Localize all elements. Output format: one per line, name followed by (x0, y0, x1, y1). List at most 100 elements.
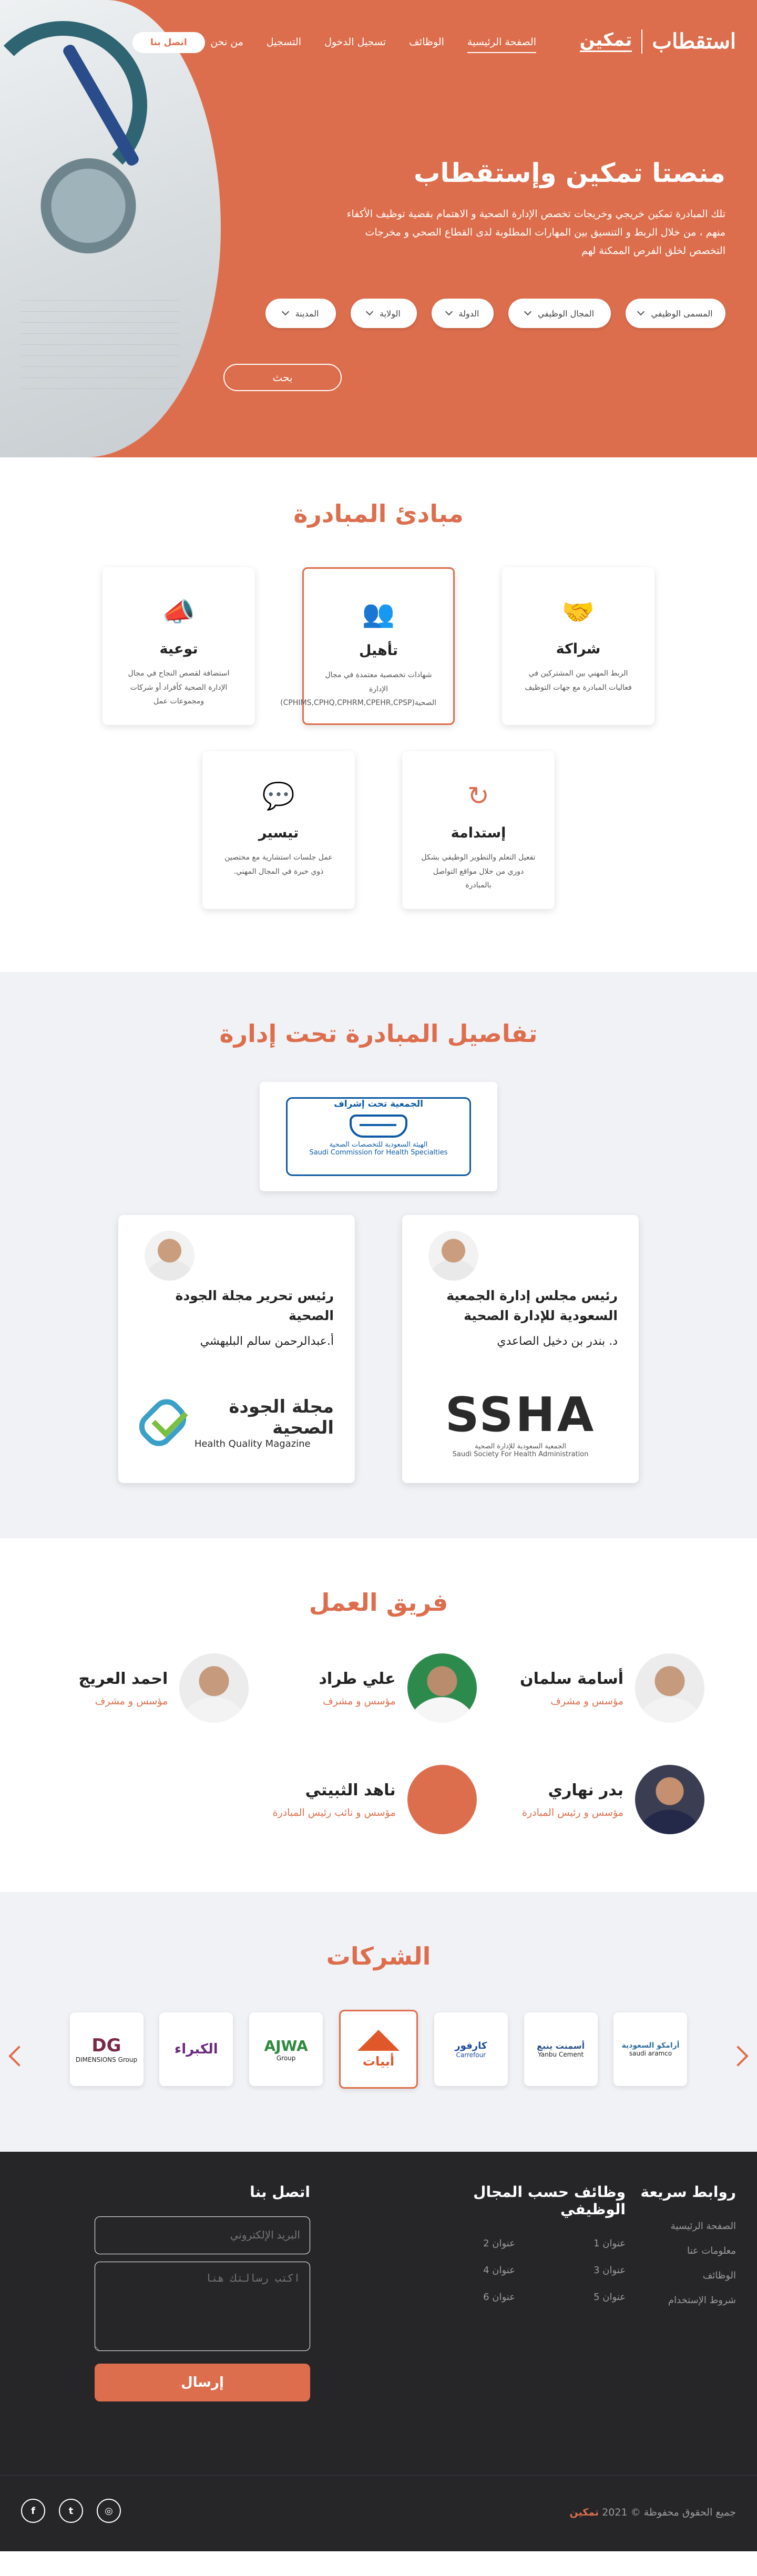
member-name: علي طراد (319, 1669, 396, 1688)
job-title-select[interactable]: المسمى الوظيفي (626, 299, 725, 328)
hqm-logo-en: Health Quality Magazine (194, 1438, 311, 1449)
team-section: فريق العمل أسامة سلمان مؤسس و مشرف علي ط… (0, 1538, 757, 1892)
job-title-select-label: المسمى الوظيفي (651, 308, 713, 319)
top-navbar: استقطاب تمكين الصفحة الرئيسية الوظائف تس… (0, 29, 757, 60)
principle-card-facilitation: 💬 تيسير عمل جلسات استشارية مع مختصين ذوي… (202, 751, 355, 909)
chat-icon: 💬 (262, 781, 295, 811)
carousel-prev-arrow-icon[interactable] (8, 2046, 29, 2067)
job-field-link[interactable]: عنوان 3 (515, 2265, 626, 2276)
carousel-next-arrow-icon[interactable] (728, 2046, 749, 2067)
member-name: أسامة سلمان (520, 1669, 623, 1688)
leader-role: رئيس تحرير مجلة الجودة الصحية (175, 1288, 334, 1323)
megaphone-icon: 📣 (162, 597, 196, 627)
company-logo-mark: AJWA (264, 2037, 308, 2054)
avatar (428, 1231, 478, 1281)
heart-check-icon (139, 1394, 186, 1451)
member-name: ناهد الثبيتي (305, 1781, 396, 1800)
company-logo-dimensions[interactable]: DG DIMENSIONS Group (69, 2012, 144, 2086)
state-select[interactable]: الولاية (351, 299, 417, 328)
company-logo-text: DIMENSIONS Group (75, 2056, 138, 2063)
brand-logos[interactable]: استقطاب تمكين (579, 29, 736, 54)
twitter-icon[interactable]: t (59, 2499, 83, 2523)
nav-about[interactable]: من نحن (210, 36, 243, 53)
chevron-down-icon (445, 308, 453, 316)
company-logo-text: saudi aramco (629, 2050, 672, 2057)
principles-section: مبادئ المبادرة 🤝 شراكة الربط المهني بين … (0, 457, 757, 972)
search-button[interactable]: بحث (223, 364, 342, 391)
company-logo-carrefour[interactable]: كارفور Carrefour (434, 2012, 508, 2086)
copyright: جميع الحقوق محفوظة © 2021 تمكين (563, 2507, 736, 2518)
team-grid: أسامة سلمان مؤسس و مشرف علي طراد مؤسس و … (37, 1653, 720, 1834)
chevron-down-icon (366, 308, 374, 316)
principle-card-partnership: 🤝 شراكة الربط المهني بين المشتركين في فع… (502, 567, 654, 725)
send-button[interactable]: إرسال (95, 2364, 310, 2401)
jobs-by-field: وظائف حسب المجال الوظيفي عنوان 1 عنوان 2… (405, 2183, 626, 2303)
hero-section: استقطاب تمكين الصفحة الرئيسية الوظائف تس… (0, 0, 757, 457)
footer-link-terms[interactable]: شروط الإستخدام (640, 2295, 736, 2306)
job-field-link[interactable]: عنوان 1 (515, 2238, 626, 2249)
chevron-down-icon (524, 308, 532, 316)
quick-links-title: روابط سريعة (640, 2183, 736, 2201)
principle-title: شراكة (556, 641, 601, 657)
footer-link-home[interactable]: الصفحة الرئيسية (640, 2221, 736, 2232)
city-select[interactable]: المدينة (265, 299, 336, 328)
facebook-icon[interactable]: f (21, 2499, 45, 2523)
nav-home[interactable]: الصفحة الرئيسية (467, 36, 536, 53)
commission-name-ar: الهيئة السعودية للتخصصات الصحية (329, 1141, 428, 1149)
principle-title: إستدامة (451, 825, 506, 841)
chevron-down-icon (281, 308, 289, 316)
avatar (179, 1653, 249, 1723)
job-field-link[interactable]: عنوان 4 (405, 2265, 515, 2276)
principle-card-sustainability: ↻ إستدامة تفعيل التعلم والتطوير الوظيفي … (402, 751, 555, 909)
company-logo-alkubara[interactable]: الكبراء (159, 2012, 233, 2086)
nav-login[interactable]: تسجيل الدخول (324, 36, 386, 53)
principle-title: تأهيل (359, 642, 398, 659)
company-logo-aramco[interactable]: أرامكو السعودية saudi aramco (613, 2012, 688, 2086)
company-logo-text: Group (276, 2054, 296, 2062)
job-field-link[interactable]: عنوان 5 (515, 2292, 626, 2303)
company-logo-ajwa[interactable]: AJWA Group (249, 2012, 323, 2086)
footer-link-jobs[interactable]: الوظائف (640, 2270, 736, 2281)
company-logo-mark: كارفور (455, 2040, 487, 2051)
instagram-icon[interactable]: ◎ (97, 2499, 121, 2523)
company-logo-abyat[interactable]: أبيات (339, 2010, 418, 2089)
brand-divider (641, 29, 643, 54)
principle-title: توعية (159, 641, 198, 657)
principle-card-qualification: 👥 تأهيل شهادات تخصصية معتمدة في مجال الإ… (280, 567, 455, 725)
hero-stethoscope-image (0, 0, 221, 457)
job-field-link[interactable]: عنوان 2 (405, 2238, 515, 2249)
principle-text: تفعيل التعلم والتطوير الوظيفي بشكل دوري … (421, 853, 536, 890)
leader-card-hqm: رئيس تحرير مجلة الجودة الصحية أ.عبدالرحم… (118, 1215, 355, 1483)
country-select-label: الدولة (458, 308, 479, 319)
heartbeat-icon (350, 1115, 407, 1138)
footer-brand: تمكين (569, 2507, 599, 2518)
principles-title: مبادئ المبادرة (293, 499, 464, 528)
job-field-link[interactable]: عنوان 6 (405, 2292, 515, 2303)
leaders-row: رئيس مجلس إدارة الجمعية السعودية للإدارة… (0, 1215, 757, 1483)
scfhs-logo: الجمعية تحت إشراف الهيئة السعودية للتخصص… (286, 1097, 471, 1176)
message-field[interactable] (95, 2262, 310, 2351)
state-select-label: الولاية (380, 308, 401, 319)
company-logo-mark: أسمنت ينبع (537, 2040, 585, 2051)
copyright-text: جميع الحقوق محفوظة © 2021 (602, 2507, 736, 2518)
companies-section: الشركات DG DIMENSIONS Group الكبراء AJWA… (0, 1892, 757, 2152)
company-logo-yanbu-cement[interactable]: أسمنت ينبع Yanbu Cement (524, 2012, 598, 2086)
nav-register[interactable]: التسجيل (267, 36, 301, 53)
social-links: f t ◎ (21, 2499, 121, 2523)
nav-jobs[interactable]: الوظائف (409, 36, 444, 53)
contact-us-button[interactable]: اتصل بنا (132, 32, 205, 53)
company-logo-mark: الكبراء (174, 2041, 218, 2057)
team-member: أسامة سلمان مؤسس و مشرف (493, 1653, 720, 1723)
supervision-label: الجمعية تحت إشراف (329, 1099, 428, 1109)
leader-name: أ.عبدالرحمن سالم البليهشي (200, 1335, 334, 1348)
ssha-logo: SSHA الجمعية السعودية للإدارة الصحية Sau… (423, 1387, 618, 1458)
handshake-icon: 🤝 (561, 597, 595, 627)
ssha-logo-mark: SSHA (445, 1387, 596, 1443)
country-select[interactable]: الدولة (432, 299, 494, 328)
job-field-select[interactable]: المجال الوظيفي (508, 299, 611, 328)
hero-description: تلك المبادرة تمكين خريجي وخريجات تخصص ال… (346, 208, 725, 257)
member-name: بدر نهاري (548, 1781, 623, 1800)
refresh-icon: ↻ (467, 781, 489, 811)
footer-link-about[interactable]: معلومات عنا (640, 2245, 736, 2256)
email-field[interactable] (95, 2216, 310, 2254)
